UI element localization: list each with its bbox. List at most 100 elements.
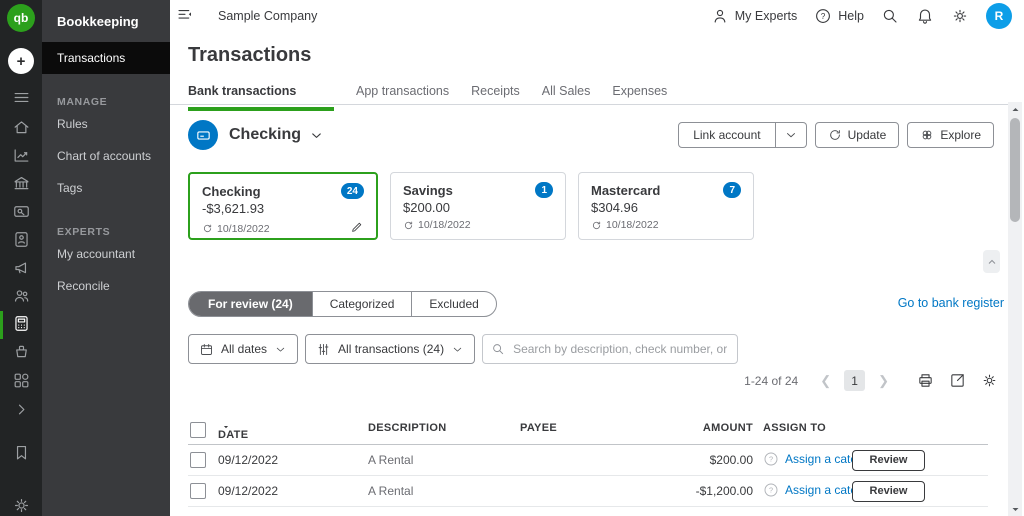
tab-expenses[interactable]: Expenses bbox=[612, 84, 667, 111]
transaction-search-input[interactable] bbox=[482, 334, 739, 364]
reports-chart-icon[interactable] bbox=[0, 146, 42, 165]
person-icon bbox=[714, 9, 726, 23]
card-balance: $304.96 bbox=[591, 200, 638, 215]
app-window: qb + Bookkeeping Transactions MANAGE Rul… bbox=[0, 0, 1024, 516]
pending-count-badge: 7 bbox=[723, 182, 741, 198]
avatar[interactable]: R bbox=[986, 3, 1012, 29]
header-assign-to: ASSIGN TO bbox=[763, 422, 827, 434]
topbar: Sample Company My Experts ? Help R bbox=[170, 0, 1024, 32]
chevron-down-icon bbox=[453, 347, 462, 352]
card-updated-date: 10/18/2022 bbox=[418, 219, 471, 231]
table-row[interactable]: 09/12/2022 A Rental $200.00 ? Assign a c… bbox=[188, 445, 988, 476]
sidebar-item-tags[interactable]: Tags bbox=[42, 172, 170, 204]
category-help-icon[interactable]: ? bbox=[763, 482, 779, 498]
update-button[interactable]: Update bbox=[814, 122, 900, 148]
scroll-up-button[interactable] bbox=[983, 250, 1000, 273]
tab-app-transactions[interactable]: App transactions bbox=[356, 84, 449, 111]
commerce-basket-icon[interactable] bbox=[0, 342, 42, 361]
sidebar-item-chart-of-accounts[interactable]: Chart of accounts bbox=[42, 140, 170, 172]
rail-settings-gear-icon[interactable] bbox=[0, 496, 42, 515]
tab-all-sales[interactable]: All Sales bbox=[542, 84, 591, 111]
date-filter-button[interactable]: All dates bbox=[188, 334, 299, 364]
scrollbar-up-arrow-icon[interactable] bbox=[1008, 102, 1022, 116]
refresh-icon bbox=[829, 130, 840, 140]
account-card-mastercard[interactable]: Mastercard 7 $304.96 10/18/2022 bbox=[578, 172, 754, 240]
card-updated-date: 10/18/2022 bbox=[217, 222, 270, 235]
help-question-icon: ? bbox=[816, 9, 831, 23]
table-row[interactable]: 09/12/2022 A Rental -$1,200.00 ? Assign … bbox=[188, 476, 988, 507]
select-all-checkbox[interactable] bbox=[190, 422, 206, 438]
header-date[interactable]: DATE bbox=[218, 422, 248, 441]
account-cards: Checking 24 -$3,621.93 10/18/2022 Saving… bbox=[188, 172, 754, 240]
customers-people-icon[interactable] bbox=[0, 286, 42, 305]
tab-receipts[interactable]: Receipts bbox=[471, 84, 520, 111]
account-card-checking[interactable]: Checking 24 -$3,621.93 10/18/2022 bbox=[188, 172, 378, 240]
explore-button[interactable]: Explore bbox=[907, 122, 994, 148]
vertical-scrollbar[interactable] bbox=[1008, 102, 1022, 516]
print-icon[interactable] bbox=[917, 372, 934, 389]
review-button[interactable]: Review bbox=[852, 449, 925, 471]
help-button[interactable]: ? Help bbox=[814, 7, 864, 25]
row-checkbox[interactable] bbox=[190, 483, 206, 499]
sales-megaphone-icon[interactable] bbox=[0, 258, 42, 277]
transaction-type-filter-button[interactable]: All transactions (24) bbox=[305, 334, 476, 364]
assign-category-link[interactable]: Assign a cate bbox=[785, 452, 857, 466]
go-to-bank-register-link[interactable]: Go to bank register bbox=[898, 296, 1004, 310]
card-updated-date: 10/18/2022 bbox=[606, 219, 659, 231]
chevron-down-icon bbox=[276, 347, 285, 352]
apps-grid-icon[interactable] bbox=[0, 371, 42, 390]
search-icon[interactable] bbox=[881, 7, 899, 25]
bookmark-icon[interactable] bbox=[0, 443, 42, 462]
cell-amount: $200.00 bbox=[709, 453, 753, 467]
card-balance: -$3,621.93 bbox=[202, 201, 265, 216]
tab-bank-transactions[interactable]: Bank transactions bbox=[188, 84, 334, 111]
export-icon[interactable] bbox=[949, 372, 966, 389]
chevron-down-icon bbox=[786, 133, 795, 138]
tabbar: Bank transactions App transactions Recei… bbox=[188, 84, 667, 111]
cell-date: 09/12/2022 bbox=[218, 484, 279, 498]
expand-chevron-right-icon[interactable] bbox=[0, 400, 42, 419]
account-selector[interactable]: Checking bbox=[229, 126, 301, 144]
quickbooks-logo[interactable]: qb bbox=[7, 4, 35, 32]
sidebar-section-experts: EXPERTS bbox=[57, 226, 111, 238]
link-account-dropdown-button[interactable] bbox=[775, 122, 807, 148]
pagination-page-1[interactable]: 1 bbox=[844, 370, 866, 391]
banking-icon[interactable] bbox=[0, 174, 42, 193]
segment-for-review[interactable]: For review (24) bbox=[189, 292, 312, 316]
bookkeeping-calculator-icon[interactable] bbox=[0, 314, 42, 333]
table-settings-gear-icon[interactable] bbox=[981, 372, 998, 389]
pagination-next-icon[interactable]: ❯ bbox=[878, 373, 889, 389]
main-area: Sample Company My Experts ? Help R Trans… bbox=[170, 0, 1024, 516]
category-help-icon[interactable]: ? bbox=[763, 451, 779, 467]
home-icon[interactable] bbox=[0, 118, 42, 137]
pagination-prev-icon[interactable]: ❮ bbox=[820, 373, 831, 389]
invoicing-icon[interactable] bbox=[0, 202, 42, 221]
pending-count-badge: 24 bbox=[340, 183, 364, 199]
edit-pencil-icon[interactable] bbox=[350, 220, 364, 237]
account-chevron-down-icon[interactable] bbox=[309, 128, 324, 143]
review-button[interactable]: Review bbox=[852, 480, 925, 502]
scrollbar-down-arrow-icon[interactable] bbox=[1008, 502, 1022, 516]
filter-row: All dates All transactions (24) bbox=[188, 334, 739, 364]
link-account-button[interactable]: Link account bbox=[678, 122, 776, 148]
sidebar-collapse-icon[interactable] bbox=[176, 6, 194, 24]
segment-categorized[interactable]: Categorized bbox=[311, 292, 412, 316]
account-card-savings[interactable]: Savings 1 $200.00 10/18/2022 bbox=[390, 172, 566, 240]
sidebar-item-my-accountant[interactable]: My accountant bbox=[42, 238, 170, 270]
sidebar-item-rules[interactable]: Rules bbox=[42, 108, 170, 140]
menu-icon[interactable] bbox=[0, 88, 42, 107]
my-experts-button[interactable]: My Experts bbox=[711, 7, 797, 25]
new-plus-button[interactable]: + bbox=[8, 48, 34, 74]
header-amount: AMOUNT bbox=[702, 422, 753, 434]
segment-excluded[interactable]: Excluded bbox=[411, 292, 495, 316]
sidebar-item-transactions[interactable]: Transactions bbox=[42, 42, 170, 74]
employees-badge-icon[interactable] bbox=[0, 230, 42, 249]
sidebar-item-reconcile[interactable]: Reconcile bbox=[42, 270, 170, 302]
assign-category-link[interactable]: Assign a cate bbox=[785, 483, 857, 497]
sidebar-section-manage: MANAGE bbox=[57, 96, 108, 108]
notifications-bell-icon[interactable] bbox=[916, 7, 934, 25]
settings-gear-icon[interactable] bbox=[951, 7, 969, 25]
scrollbar-thumb[interactable] bbox=[1010, 118, 1020, 222]
cell-amount: -$1,200.00 bbox=[695, 484, 753, 498]
row-checkbox[interactable] bbox=[190, 452, 206, 468]
